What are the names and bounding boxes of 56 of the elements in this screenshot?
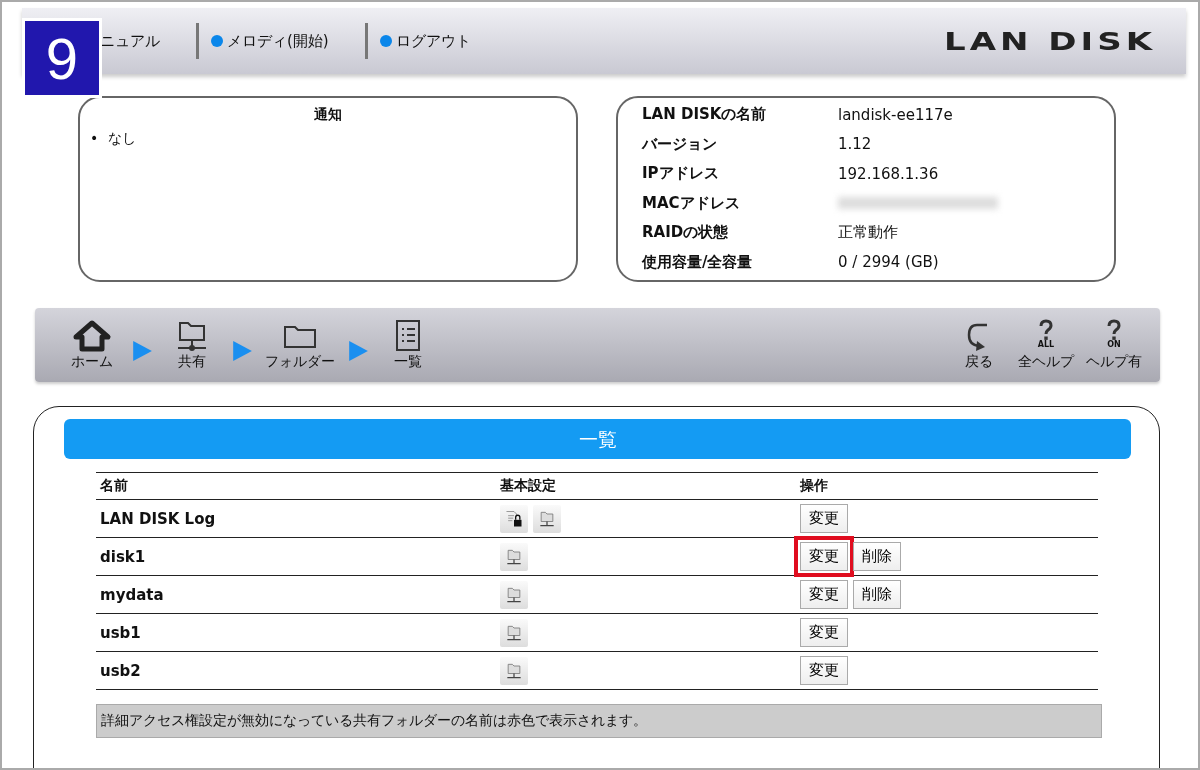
folder-icon	[284, 326, 316, 348]
action-button[interactable]: 変更	[800, 580, 848, 609]
list-icon	[396, 320, 420, 351]
arrow-icon	[131, 340, 153, 362]
share-name: usb2	[100, 661, 141, 680]
notice-title: 通知	[313, 106, 343, 124]
share-name: usb1	[100, 623, 141, 642]
action-button[interactable]: 削除	[853, 580, 901, 609]
share-icon	[177, 322, 207, 351]
network-folder-icon[interactable]	[500, 656, 528, 685]
info-label: IPアドレス	[642, 164, 720, 184]
home-icon	[73, 320, 111, 352]
info-value: 正常動作	[838, 223, 898, 243]
toolbar-button[interactable]: ON ヘルプ有	[1086, 319, 1142, 371]
arrow-icon	[231, 340, 253, 362]
lock-document-icon[interactable]	[500, 504, 528, 533]
share-name: mydata	[100, 585, 164, 604]
network-folder-icon[interactable]	[500, 542, 528, 571]
panel-title: 一覧	[64, 419, 1131, 459]
arrow-icon	[347, 340, 369, 362]
step-badge: 9	[22, 18, 102, 98]
toolbar-button[interactable]: フォルダー	[265, 319, 335, 371]
column-header: 名前	[96, 472, 496, 500]
info-label: MACアドレス	[642, 193, 741, 213]
footnote: 詳細アクセス権設定が無効になっている共有フォルダーの名前は赤色で表示されます。	[96, 704, 1102, 738]
toolbar-button[interactable]: ホーム	[65, 319, 119, 371]
info-label: バージョン	[642, 134, 718, 154]
info-value: 1.12	[838, 135, 872, 154]
column-header: 基本設定	[496, 472, 796, 500]
action-button[interactable]: 変更	[800, 618, 848, 647]
info-value: landisk-ee117e	[838, 105, 953, 124]
network-folder-icon[interactable]	[500, 618, 528, 647]
info-label: LAN DISKの名前	[642, 105, 768, 125]
share-name: LAN DISK Log	[100, 509, 216, 528]
header-link[interactable]: ログアウト	[373, 31, 477, 51]
column-header: 操作	[796, 472, 1098, 500]
toolbar-button[interactable]: 一覧	[381, 319, 435, 371]
notice-item: なし	[108, 130, 137, 146]
info-label: 使用容量/全容量	[642, 252, 754, 272]
toolbar-button[interactable]: ALL 全ヘルプ	[1018, 319, 1074, 371]
network-folder-icon[interactable]	[500, 580, 528, 609]
toolbar-button[interactable]: 共有	[165, 319, 219, 371]
action-button[interactable]: 変更	[800, 656, 848, 685]
header-link[interactable]: メロディ(開始)	[205, 31, 335, 51]
action-button[interactable]: 変更	[800, 504, 848, 533]
network-folder-icon[interactable]	[533, 504, 561, 533]
bullet: •	[90, 130, 99, 146]
action-button[interactable]: 変更	[800, 542, 848, 571]
logo: LAN DISK	[944, 26, 1156, 56]
info-value: 192.168.1.36	[838, 164, 939, 183]
action-button[interactable]: 削除	[853, 542, 901, 571]
info-value: 0 / 2994 (GB)	[838, 253, 939, 272]
toolbar-button[interactable]: 戻る	[952, 319, 1006, 371]
info-label: RAIDの状態	[642, 223, 730, 243]
header-link[interactable]: ニュアル	[100, 31, 166, 51]
share-name: disk1	[100, 547, 146, 566]
